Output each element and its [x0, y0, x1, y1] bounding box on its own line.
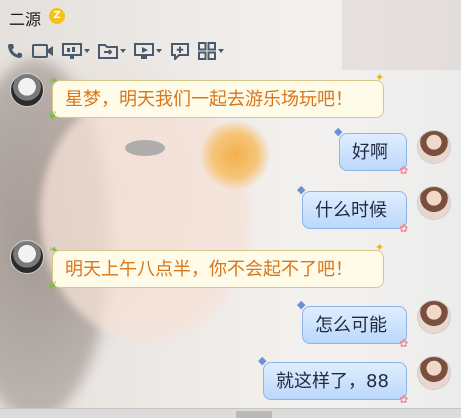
- phone-icon[interactable]: [6, 42, 24, 60]
- leaf-icon: ❧: [49, 74, 59, 87]
- kite-icon: ◆: [297, 298, 306, 311]
- chevron-down-icon[interactable]: [84, 49, 90, 53]
- chat-toolbar: [6, 40, 232, 62]
- chevron-down-icon[interactable]: [120, 49, 126, 53]
- sparkle-icon: ✦: [375, 71, 385, 84]
- background-panel: [342, 0, 461, 70]
- avatar[interactable]: [417, 186, 451, 220]
- leaf-icon: ❦: [48, 279, 58, 292]
- background-image-eye: [125, 140, 165, 156]
- resize-handle[interactable]: [236, 411, 272, 418]
- input-area-toolbar: [0, 408, 461, 418]
- kite-icon: ◆: [297, 183, 306, 196]
- apps-grid-icon[interactable]: [198, 42, 224, 60]
- video-icon[interactable]: [32, 42, 54, 60]
- avatar[interactable]: [417, 130, 451, 164]
- message-bubble-received[interactable]: 明天上午八点半，你不会起不了吧！: [52, 250, 384, 288]
- background-image-flower: [200, 120, 270, 190]
- flower-icon: ✿: [399, 164, 409, 177]
- chevron-down-icon[interactable]: [218, 49, 224, 53]
- message-bubble-received[interactable]: 星梦，明天我们一起去游乐场玩吧！: [52, 80, 384, 118]
- leaf-icon: ❦: [48, 109, 58, 122]
- avatar[interactable]: [417, 300, 451, 334]
- contact-name[interactable]: 二源: [9, 6, 41, 30]
- remote-desktop-icon[interactable]: [134, 42, 162, 60]
- avatar[interactable]: [10, 73, 44, 107]
- flower-icon: ✿: [399, 222, 409, 235]
- add-chat-icon[interactable]: [170, 42, 190, 60]
- kite-icon: ◆: [334, 125, 343, 138]
- leaf-icon: ❧: [49, 243, 59, 256]
- flower-icon: ✿: [399, 337, 409, 350]
- sparkle-icon: ✦: [375, 241, 385, 254]
- screen-share-icon[interactable]: [62, 42, 90, 60]
- file-transfer-icon[interactable]: [98, 42, 126, 60]
- vip-badge-icon[interactable]: Z: [49, 8, 65, 24]
- avatar[interactable]: [417, 356, 451, 390]
- chat-window: 二源 Z 星梦，明天我们一起去游乐场玩吧！ ✦ ❦ ❧ 好啊 ◆ ✿ 什么时候 …: [0, 0, 461, 418]
- message-bubble-sent[interactable]: 怎么可能: [302, 306, 407, 344]
- flower-icon: ✿: [399, 393, 409, 406]
- message-bubble-sent[interactable]: 什么时候: [302, 191, 407, 229]
- message-bubble-sent[interactable]: 好啊: [339, 133, 407, 171]
- avatar[interactable]: [10, 240, 44, 274]
- kite-icon: ◆: [258, 354, 267, 367]
- chevron-down-icon[interactable]: [156, 49, 162, 53]
- message-bubble-sent[interactable]: 就这样了，88: [263, 362, 407, 400]
